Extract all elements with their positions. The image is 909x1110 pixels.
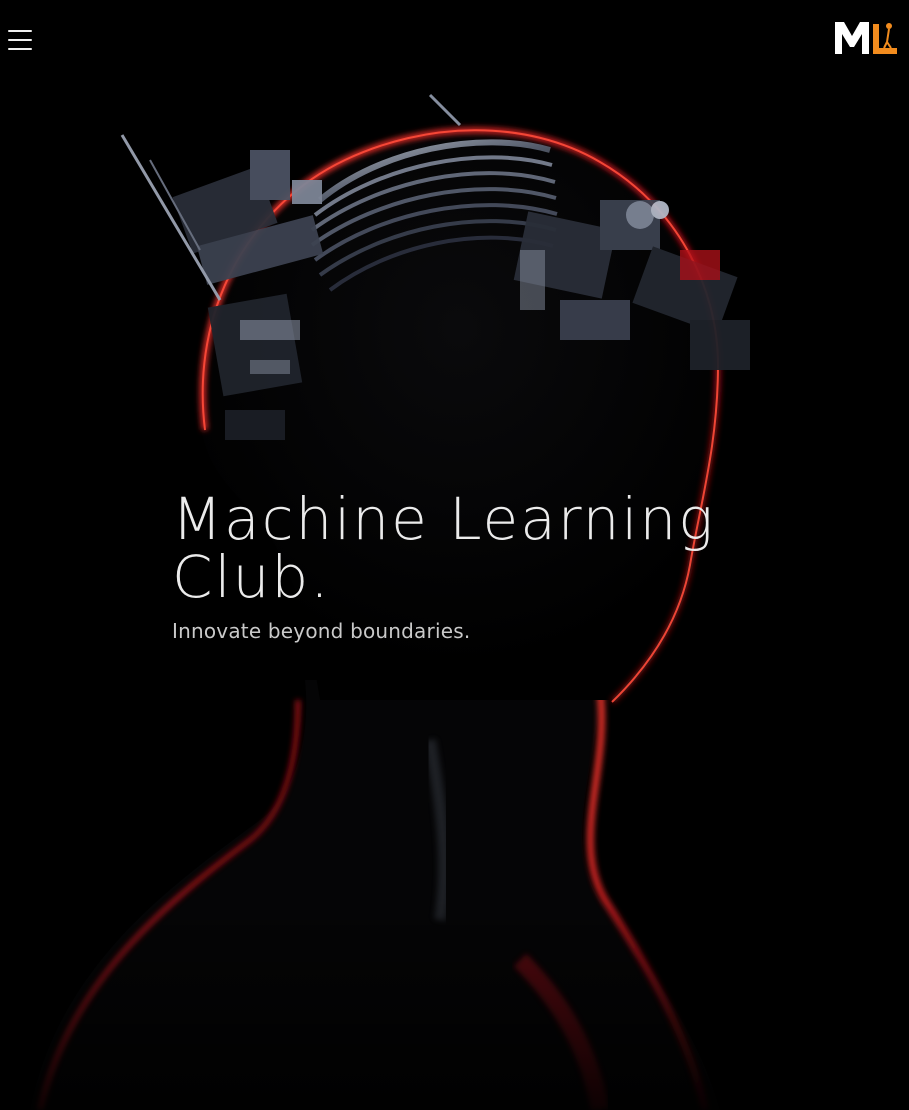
hero-section: Machine Learning Club. Innovate beyond b… <box>0 0 909 1110</box>
hamburger-menu-button[interactable] <box>8 28 34 52</box>
hero-tagline: Innovate beyond boundaries. <box>172 619 471 643</box>
hero-text-block: Machine Learning Club. Innovate beyond b… <box>172 490 812 642</box>
hero-title: Machine Learning Club. <box>172 485 716 611</box>
hamburger-menu-icon <box>8 30 32 32</box>
logo-l-letter <box>873 24 897 54</box>
logo-m-letter <box>835 22 869 54</box>
hamburger-menu-icon-bar <box>8 48 32 50</box>
club-logo[interactable] <box>833 18 899 58</box>
logo-figure-head <box>886 23 892 29</box>
hamburger-menu-icon-bar <box>8 39 32 41</box>
